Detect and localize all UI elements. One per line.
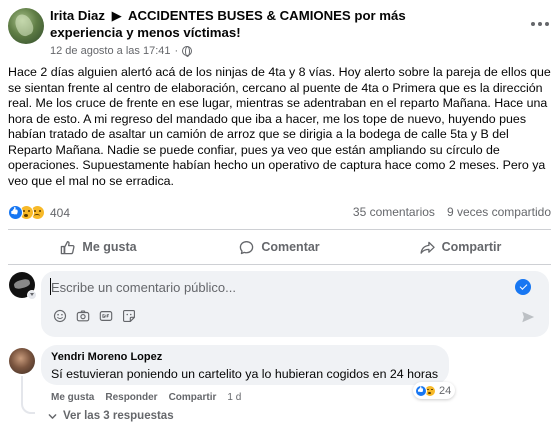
post-meta: 12 de agosto a las 17:41 · (50, 45, 193, 57)
comment-share-link[interactable]: Compartir (169, 392, 217, 403)
post-stats: 404 35 comentarios 9 veces compartido (8, 205, 551, 223)
author-name[interactable]: Irita Diaz (50, 8, 105, 23)
globe-icon (182, 46, 193, 57)
composer-tools (53, 309, 136, 323)
divider (8, 264, 551, 265)
comment-like-link[interactable]: Me gusta (51, 392, 94, 403)
view-replies-button[interactable]: Ver las 3 respuestas (48, 410, 174, 422)
shares-count-link[interactable]: 9 veces compartido (447, 205, 551, 219)
comment-text: Sí estuvieran poniendo un cartelito ya l… (51, 367, 439, 381)
reactions-summary[interactable]: 404 (8, 205, 70, 220)
chevron-down-icon[interactable] (27, 290, 37, 300)
comment-button[interactable]: Comentar (189, 232, 370, 262)
like-icon (415, 384, 427, 397)
check-circle-icon[interactable] (515, 279, 531, 295)
share-button[interactable]: Compartir (370, 232, 551, 262)
share-label: Compartir (441, 240, 502, 254)
view-replies-label: Ver las 3 respuestas (63, 410, 174, 422)
send-icon[interactable] (521, 310, 535, 324)
comment-reactions[interactable]: 24 (413, 382, 456, 399)
more-options-icon[interactable] (528, 14, 552, 34)
post-header: Irita Diaz ▶ ACCIDENTES BUSES & CAMIONES… (6, 4, 554, 60)
like-label: Me gusta (82, 240, 137, 254)
comment-label: Comentar (261, 240, 320, 254)
divider (8, 229, 551, 230)
group-arrow-icon: ▶ (111, 8, 122, 23)
comment-bubble: Yendri Moreno Lopez Sí estuvieran ponien… (41, 345, 449, 385)
thumbs-up-icon (61, 240, 75, 254)
comment-icon (240, 240, 254, 254)
commenter-avatar[interactable] (9, 348, 35, 374)
reaction-count: 404 (50, 205, 71, 220)
sticker-icon[interactable] (122, 309, 136, 323)
comment-actions: Me gusta Responder Compartir 1 d (51, 392, 241, 403)
commenter-name[interactable]: Yendri Moreno Lopez (51, 351, 162, 363)
post-timestamp[interactable]: 12 de agosto a las 17:41 (50, 45, 170, 57)
post-actions: Me gusta Comentar Compartir (8, 232, 551, 262)
post-body: Hace 2 días alguien alertó acá de los ni… (8, 65, 551, 188)
chevron-down-icon (48, 413, 57, 419)
comment-composer (41, 271, 549, 337)
comment-input[interactable] (51, 277, 511, 297)
comment-reply-link[interactable]: Responder (105, 392, 157, 403)
share-icon (420, 241, 435, 254)
gif-icon[interactable] (99, 309, 113, 323)
comments-count-link[interactable]: 35 comentarios (353, 205, 435, 219)
post-title: Irita Diaz ▶ ACCIDENTES BUSES & CAMIONES… (50, 7, 470, 41)
reply-thread-line (21, 376, 35, 414)
meta-dot: · (174, 45, 179, 57)
like-icon (8, 205, 23, 220)
stats-right: 35 comentarios 9 veces compartido (353, 205, 551, 219)
comment-reaction-count: 24 (439, 384, 452, 397)
camera-icon[interactable] (76, 309, 90, 323)
like-button[interactable]: Me gusta (8, 232, 189, 262)
emoji-icon[interactable] (53, 309, 67, 323)
comment-time[interactable]: 1 d (227, 392, 241, 403)
author-avatar[interactable] (8, 8, 44, 44)
